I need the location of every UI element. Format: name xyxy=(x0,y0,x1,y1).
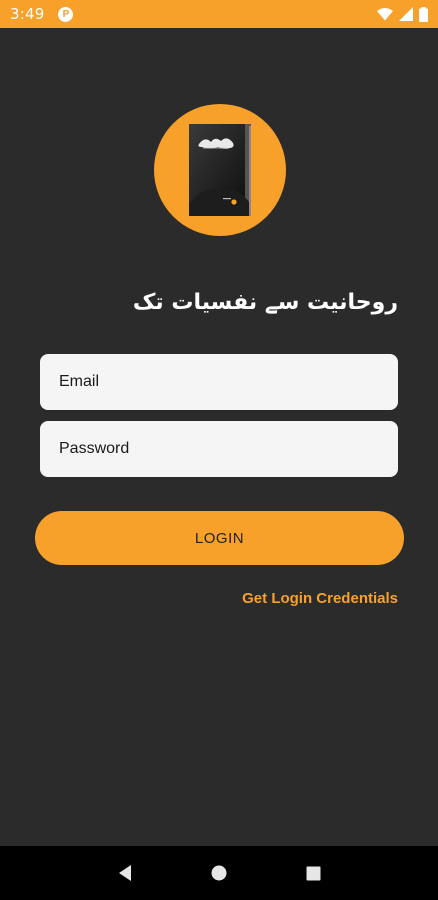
back-button[interactable] xyxy=(95,846,155,900)
book-cover-image xyxy=(189,124,251,216)
back-icon xyxy=(119,865,131,881)
signal-icon xyxy=(399,7,413,21)
status-bar: 3:49 P xyxy=(0,0,438,28)
wifi-icon xyxy=(377,7,393,20)
password-field[interactable] xyxy=(40,421,398,477)
status-time: 3:49 xyxy=(10,5,45,23)
password-input[interactable] xyxy=(57,439,381,459)
app-logo xyxy=(154,104,286,236)
email-input[interactable] xyxy=(57,372,381,392)
home-icon xyxy=(211,865,227,881)
battery-icon xyxy=(419,6,428,22)
recents-button[interactable] xyxy=(283,846,343,900)
get-login-credentials-link[interactable]: Get Login Credentials xyxy=(242,590,398,607)
email-field[interactable] xyxy=(40,354,398,410)
login-button[interactable]: LOGIN xyxy=(35,511,404,565)
app-notification-icon: P xyxy=(58,6,74,22)
status-icons xyxy=(377,6,428,22)
recents-icon xyxy=(306,866,320,880)
navigation-bar xyxy=(0,846,438,900)
login-screen: روحانیت سے نفسیات تک LOGIN Get Login Cre… xyxy=(0,28,438,846)
home-button[interactable] xyxy=(189,846,249,900)
app-title: روحانیت سے نفسیات تک xyxy=(132,290,398,315)
